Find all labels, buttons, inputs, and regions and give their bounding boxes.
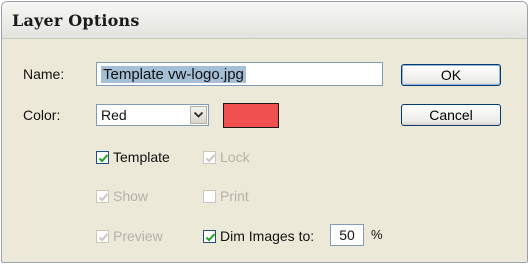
title-bar[interactable]: Layer Options — [2, 2, 527, 39]
dim-images-checkbox-box[interactable] — [203, 230, 216, 243]
cancel-button[interactable]: Cancel — [401, 104, 501, 126]
preview-checkbox[interactable]: Preview — [96, 228, 163, 246]
percent-sign: % — [371, 227, 383, 242]
color-swatch[interactable] — [223, 103, 279, 128]
print-checkbox-box[interactable] — [203, 190, 216, 203]
name-label: Name: — [23, 66, 65, 82]
color-label: Color: — [23, 107, 61, 123]
show-label: Show — [113, 188, 149, 204]
show-checkbox-box[interactable] — [96, 190, 109, 203]
dim-images-label: Dim Images to: — [220, 228, 315, 244]
template-checkbox[interactable]: Template — [96, 149, 170, 167]
color-select-value: Red — [101, 107, 127, 123]
lock-label: Lock — [220, 149, 250, 165]
print-label: Print — [220, 188, 249, 204]
name-input-value: Template vw-logo.jpg — [101, 66, 246, 83]
dim-percent-input[interactable]: 50 — [330, 224, 364, 246]
lock-checkbox[interactable]: Lock — [203, 149, 250, 167]
dim-images-checkbox[interactable]: Dim Images to: — [203, 228, 314, 246]
ok-button[interactable]: OK — [401, 64, 501, 86]
template-label: Template — [113, 149, 170, 165]
print-checkbox[interactable]: Print — [203, 188, 249, 206]
template-checkbox-box[interactable] — [96, 151, 109, 164]
show-checkbox[interactable]: Show — [96, 188, 148, 206]
layer-options-dialog: Layer Options Name: Template vw-logo.jpg… — [1, 1, 528, 263]
preview-label: Preview — [113, 228, 163, 244]
preview-checkbox-box[interactable] — [96, 230, 109, 243]
color-select[interactable]: Red — [96, 104, 209, 126]
lock-checkbox-box[interactable] — [203, 151, 216, 164]
dialog-body: Name: Template vw-logo.jpg OK Cancel Col… — [2, 39, 527, 262]
name-input[interactable]: Template vw-logo.jpg — [96, 62, 383, 86]
chevron-down-icon[interactable] — [190, 106, 207, 124]
dialog-title: Layer Options — [12, 11, 140, 30]
